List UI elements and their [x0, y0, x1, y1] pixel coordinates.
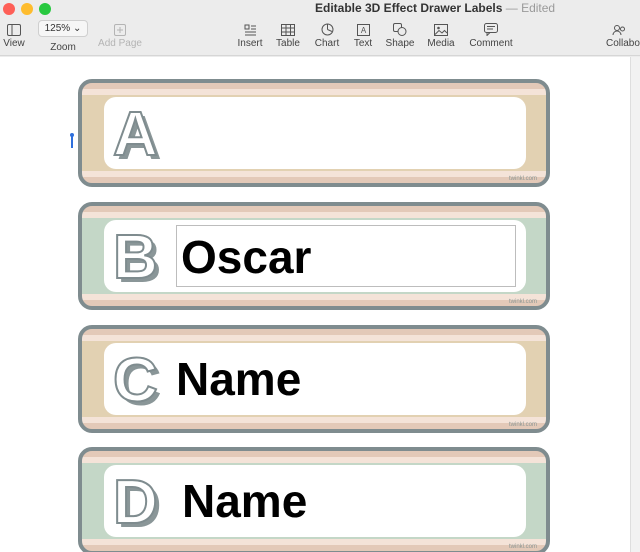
zoom-value: 125% [44, 23, 71, 34]
letter-badge-d: D D [109, 467, 169, 541]
watermark: twinkl.com [508, 544, 537, 550]
letter-c: C [113, 346, 158, 413]
media-icon [419, 20, 463, 38]
document-title-text: Editable 3D Effect Drawer Labels [315, 1, 503, 15]
add-page-button[interactable]: Add Page [98, 20, 142, 54]
media-label: Media [427, 38, 455, 49]
watermark: twinkl.com [508, 299, 537, 305]
label-card: B B Oscar [104, 220, 526, 296]
comment-button[interactable]: Comment [468, 20, 514, 54]
label-card: D D Name [104, 465, 526, 541]
shape-icon [378, 20, 422, 38]
zoom-label: Zoom [50, 42, 76, 53]
drawer-label-c[interactable]: C C Name twinkl.com [78, 325, 550, 433]
letter-d: D [113, 468, 158, 535]
view-button[interactable]: View [0, 20, 36, 54]
letter-b: B [113, 223, 158, 290]
minimize-window-button[interactable] [21, 3, 33, 15]
table-icon [266, 20, 310, 38]
zoom-window-button[interactable] [39, 3, 51, 15]
letter-badge-a: A A [109, 99, 169, 173]
name-text-box[interactable]: Oscar [176, 225, 516, 287]
collaborate-button[interactable]: Collabo [606, 20, 640, 54]
letter-badge-c: C C [109, 345, 169, 419]
table-button[interactable]: Table [266, 20, 310, 54]
sidebar-icon [0, 20, 36, 38]
collaborate-icon [606, 20, 640, 38]
edited-status: — Edited [505, 1, 556, 15]
drawer-label-d[interactable]: D D Name twinkl.com [78, 447, 550, 552]
table-label: Table [276, 38, 300, 49]
comment-icon [468, 20, 514, 38]
label-card: A A [104, 97, 526, 173]
document-canvas[interactable]: A A twinkl.com B B Oscar twinkl.com C C … [0, 57, 630, 552]
document-title: Editable 3D Effect Drawer Labels — Edite… [315, 1, 555, 15]
label-card: C C Name [104, 343, 526, 419]
label-name-field[interactable]: Name [176, 353, 301, 405]
add-page-icon [98, 20, 142, 38]
text-caret [71, 136, 73, 148]
letter-a: A [113, 100, 158, 167]
toolbar: Editable 3D Effect Drawer Labels — Edite… [0, 0, 640, 56]
add-page-label: Add Page [98, 38, 142, 49]
comment-label: Comment [469, 38, 513, 49]
zoom-select[interactable]: 125% ⌄ [38, 20, 88, 37]
label-name-field[interactable]: Oscar [181, 231, 311, 283]
watermark: twinkl.com [508, 422, 537, 428]
watermark: twinkl.com [508, 176, 537, 182]
drawer-label-a[interactable]: A A twinkl.com [78, 79, 550, 187]
collaborate-label: Collabo [606, 38, 640, 49]
vertical-scrollbar[interactable] [630, 57, 640, 552]
shape-label: Shape [385, 38, 415, 49]
media-button[interactable]: Media [419, 20, 463, 54]
letter-badge-b: B B [109, 222, 169, 296]
view-label: View [3, 38, 25, 49]
shape-button[interactable]: Shape [378, 20, 422, 54]
svg-text:A: A [360, 26, 366, 35]
close-window-button[interactable] [3, 3, 15, 15]
drawer-label-b[interactable]: B B Oscar twinkl.com [78, 202, 550, 310]
chevron-down-icon: ⌄ [72, 23, 82, 34]
label-name-field[interactable]: Name [182, 475, 307, 527]
